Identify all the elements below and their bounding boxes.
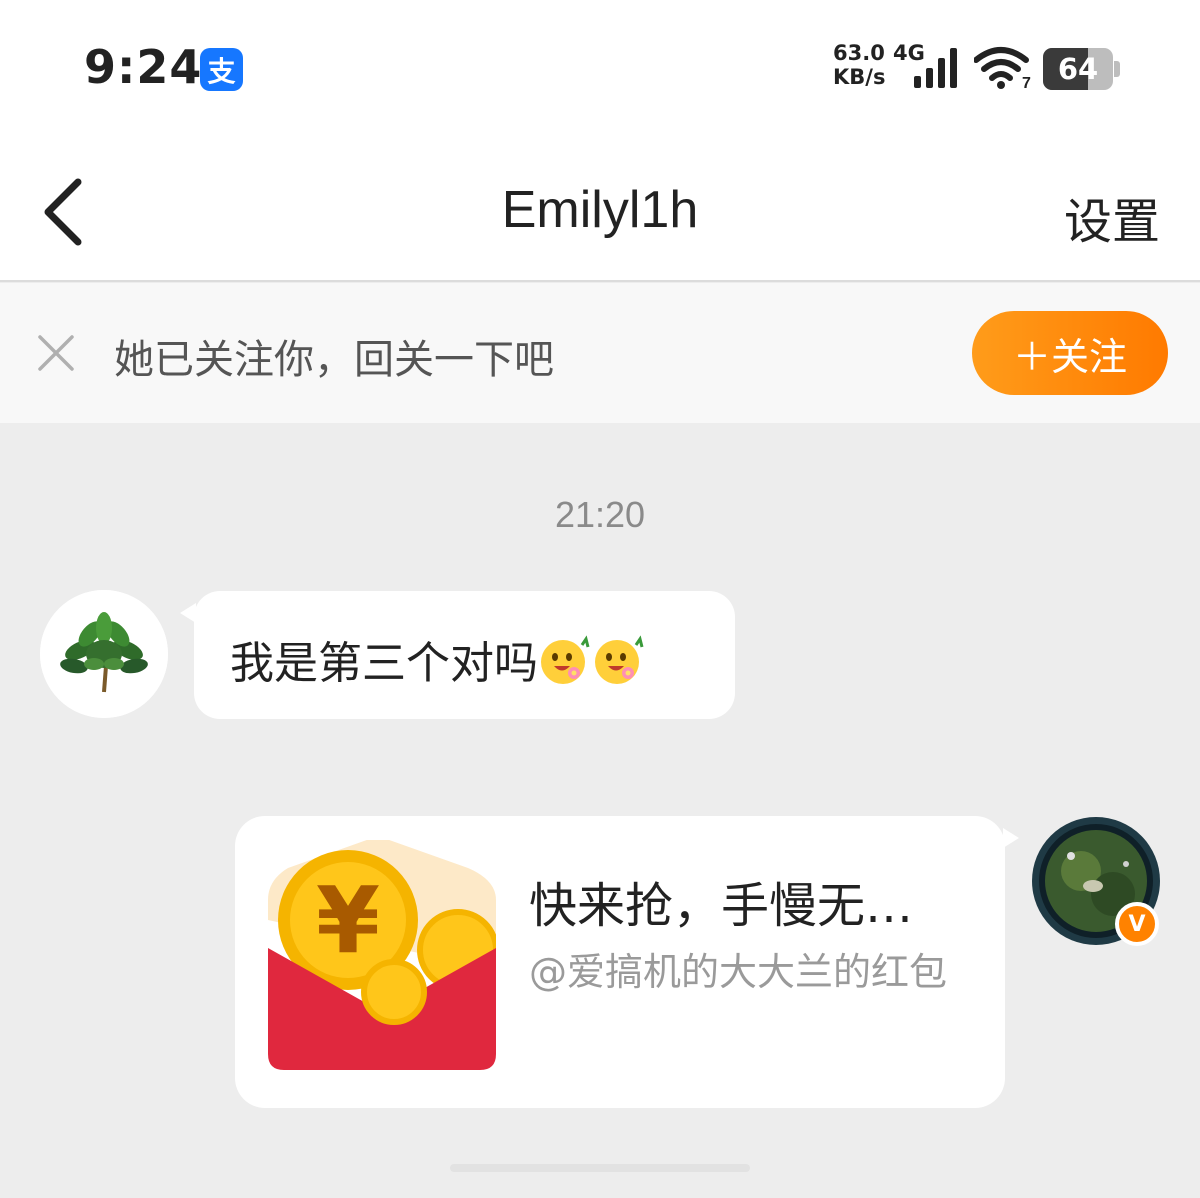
signal-icon: [914, 48, 957, 88]
svg-text:¥: ¥: [316, 867, 380, 974]
network-speed: 63.0 KB/s: [833, 41, 885, 89]
nav-bar: Emilyl1h 设置: [0, 140, 1200, 282]
back-button[interactable]: [30, 174, 100, 250]
follow-button[interactable]: ＋关注: [972, 311, 1168, 395]
red-packet-subtitle: @爱搞机的大大兰的红包: [529, 950, 948, 994]
bubble-tail: [180, 603, 196, 623]
network-speed-unit: KB/s: [833, 65, 886, 89]
avatar[interactable]: [40, 590, 168, 718]
battery-level: 64: [1057, 52, 1099, 86]
message-text: 我是第三个对吗: [230, 627, 646, 691]
status-time: 9:24: [84, 40, 203, 94]
network-speed-value: 63.0: [833, 41, 885, 65]
message-bubble-incoming[interactable]: 我是第三个对吗: [180, 591, 735, 719]
bubble-tail: [1003, 828, 1019, 848]
follow-back-banner: 她已关注你，回关一下吧 ＋关注: [0, 283, 1200, 423]
battery-body: 64: [1043, 48, 1113, 90]
flower-face-emoji-icon: [541, 635, 590, 684]
verified-badge: V: [1115, 902, 1159, 946]
alipay-icon: 支: [200, 48, 243, 91]
chevron-left-icon: [44, 178, 82, 246]
leaf-bouquet-icon: [40, 590, 168, 718]
message-text-content: 我是第三个对吗: [230, 638, 538, 689]
red-packet-title: 快来抢，手慢无…: [529, 878, 914, 934]
wifi-label: 7: [1022, 75, 1031, 90]
status-bar: 9:24 支 63.0 KB/s 4G 7 64: [0, 0, 1200, 140]
page-title: Emilyl1h: [501, 181, 699, 239]
red-packet-icon: ¥: [268, 840, 496, 1070]
battery-icon: 64: [1043, 48, 1121, 90]
home-indicator[interactable]: [450, 1164, 750, 1172]
red-packet-card[interactable]: ¥ 快来抢，手慢无… @爱搞机的大大兰的红包: [235, 816, 1019, 1108]
message-timestamp: 21:20: [554, 494, 646, 535]
banner-text: 她已关注你，回关一下吧: [114, 337, 554, 383]
wifi-icon: 7: [974, 47, 1031, 90]
battery-cap: [1114, 61, 1120, 77]
close-icon[interactable]: [36, 333, 76, 373]
settings-button[interactable]: 设置: [1064, 182, 1160, 252]
flower-face-emoji-icon: [595, 635, 644, 684]
